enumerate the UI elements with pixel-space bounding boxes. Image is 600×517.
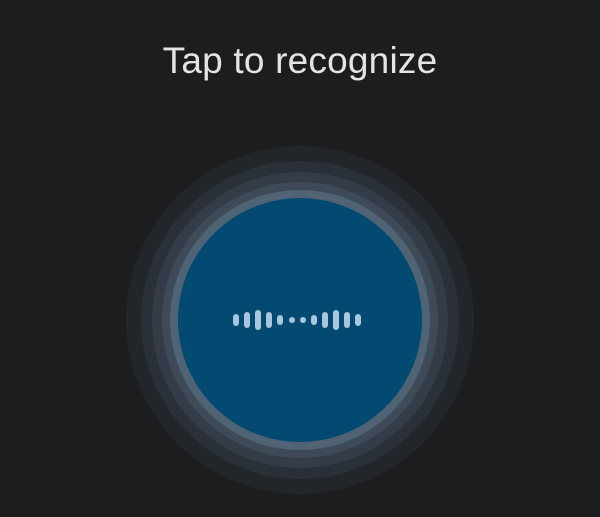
recognize-button[interactable] [178,198,422,442]
wave-bar [289,317,295,323]
wave-bar [333,310,339,330]
wave-bar [322,312,328,328]
wave-bar [311,315,317,325]
wave-bar [277,315,283,325]
wave-bar [266,312,272,328]
wave-bar [255,310,261,330]
sound-wave-icon [178,198,422,442]
wave-bar [344,312,350,328]
page-title: Tap to recognize [162,40,438,81]
wave-bar [244,312,250,328]
wave-bar [233,314,239,326]
wave-bar [355,314,361,326]
recognize-screen: Tap to recognize [0,0,600,517]
wave-bar [300,317,306,323]
